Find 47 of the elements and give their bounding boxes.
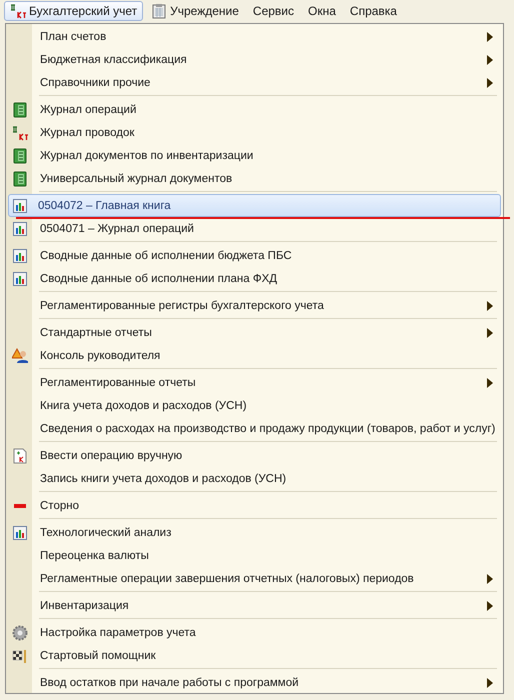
menu-bar-item[interactable]: Бухгалтерский учет [4, 1, 144, 21]
menu-item[interactable]: Настройка параметров учета [6, 621, 503, 644]
menu-bar-item[interactable]: Справка [344, 1, 403, 21]
debit-credit-icon [12, 124, 28, 140]
bar-chart-document-icon [12, 270, 28, 286]
menu-item[interactable]: Книга учета доходов и расходов (УСН) [6, 394, 503, 417]
menu-item[interactable]: Ввести операцию вручную [6, 444, 503, 467]
menu-item[interactable]: Инвентаризация [6, 594, 503, 617]
book-icon [12, 170, 28, 186]
menu-item[interactable]: План счетов [6, 25, 503, 48]
menu-item[interactable]: Сторно [6, 494, 503, 517]
book-icon [12, 148, 28, 164]
menu-item[interactable]: Универсальный журнал документов [6, 167, 503, 190]
minus-icon [14, 504, 26, 508]
document-icon [12, 448, 28, 464]
checkered-flag-icon [12, 648, 28, 664]
menu-item[interactable]: Ввод остатков при начале работы с программой [6, 671, 503, 694]
debit-credit-icon [10, 3, 26, 19]
warning-person-icon [12, 348, 28, 364]
menu-item[interactable]: Консоль руководителя [6, 344, 503, 367]
bar-chart-document-icon [12, 198, 28, 214]
menu-bar-item[interactable]: Окна [302, 1, 342, 21]
menu-item[interactable]: Переоценка валюты [6, 544, 503, 567]
menu-item[interactable]: Стандартные отчеты [6, 321, 503, 344]
menu-bar-item[interactable]: Учреждение [145, 1, 245, 21]
menu-item[interactable]: Справочники прочие [6, 71, 503, 94]
menu-item[interactable]: Регламентированные отчеты [6, 371, 503, 394]
menu-item[interactable]: Технологический анализ [6, 521, 503, 544]
menu-bar-item[interactable]: Сервис [246, 1, 300, 21]
menu-item[interactable]: Журнал проводок [6, 121, 503, 144]
menu-item[interactable]: Стартовый помощник [6, 644, 503, 667]
gear-icon [12, 624, 28, 640]
bar-chart-document-icon [12, 524, 28, 540]
menu-item[interactable]: Регламентированные регистры бухгалтерского учета [6, 294, 503, 317]
menu-item[interactable]: Бюджетная классификация [6, 48, 503, 71]
menu-item[interactable]: Запись книги учета доходов и расходов (УСН) [6, 467, 503, 490]
menu-item[interactable]: Сводные данные об исполнении бюджета ПБС [6, 244, 503, 267]
book-icon [12, 102, 28, 118]
clipboard-icon [151, 3, 168, 19]
menu-item[interactable]: Сведения о расходах на производство и продажу продукции (товаров, работ и услуг) [6, 417, 503, 440]
menu-item[interactable]: 0504071 – Журнал операций [6, 217, 503, 240]
menu-item[interactable]: Регламентные операции завершения отчетных (налоговых) периодов [6, 567, 503, 590]
menu-item[interactable]: Журнал документов по инвентаризации [6, 144, 503, 167]
menu-item[interactable]: Журнал операций [6, 98, 503, 121]
bar-chart-document-icon [12, 248, 28, 264]
menu-item[interactable]: Сводные данные об исполнении плана ФХД [6, 267, 503, 290]
bar-chart-document-icon [12, 220, 28, 236]
